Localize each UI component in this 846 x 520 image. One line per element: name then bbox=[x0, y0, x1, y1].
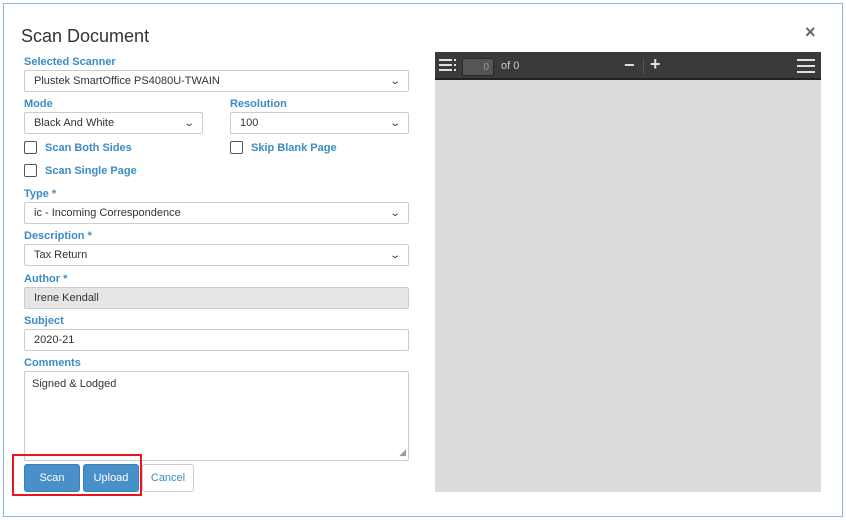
scan-both-sides-row[interactable]: Scan Both Sides bbox=[24, 141, 132, 154]
subject-input[interactable]: 2020-21 bbox=[24, 329, 409, 351]
page-count: of 0 bbox=[501, 60, 520, 72]
resolution-select[interactable]: 100 ⌄ bbox=[230, 112, 409, 134]
scanner-label: Selected Scanner bbox=[24, 56, 116, 68]
subject-value: 2020-21 bbox=[34, 334, 75, 346]
author-value: Irene Kendall bbox=[34, 292, 99, 304]
comments-value: Signed & Lodged bbox=[32, 378, 117, 390]
chevron-down-icon: ⌄ bbox=[388, 117, 401, 129]
toolbar-separator bbox=[643, 58, 644, 74]
scan-single-page-checkbox[interactable] bbox=[24, 164, 37, 177]
resolution-label: Resolution bbox=[230, 98, 287, 110]
mode-select[interactable]: Black And White ⌄ bbox=[24, 112, 203, 134]
description-label: Description * bbox=[24, 230, 92, 242]
zoom-in-icon[interactable]: + bbox=[650, 54, 661, 75]
scan-both-sides-label: Scan Both Sides bbox=[45, 141, 132, 154]
skip-blank-page-row[interactable]: Skip Blank Page bbox=[230, 141, 337, 154]
chevron-down-icon: ⌄ bbox=[388, 249, 401, 261]
document-viewer: 0 of 0 − + bbox=[435, 52, 821, 492]
viewer-toolbar: 0 of 0 − + bbox=[435, 52, 821, 80]
menu-icon[interactable] bbox=[797, 59, 815, 76]
page-number-input[interactable]: 0 bbox=[462, 58, 494, 76]
upload-button[interactable]: Upload bbox=[83, 464, 139, 492]
comments-textarea[interactable]: Signed & Lodged ◢ bbox=[24, 371, 409, 461]
type-value: ic - Incoming Correspondence bbox=[34, 207, 181, 219]
scan-single-page-row[interactable]: Scan Single Page bbox=[24, 164, 137, 177]
author-field: Irene Kendall bbox=[24, 287, 409, 309]
chevron-down-icon: ⌄ bbox=[388, 75, 401, 87]
chevron-down-icon: ⌄ bbox=[182, 117, 195, 129]
resize-grip-icon[interactable]: ◢ bbox=[399, 447, 406, 458]
subject-label: Subject bbox=[24, 315, 64, 327]
sidebar-toggle-icon[interactable] bbox=[439, 58, 457, 75]
scanner-value: Plustek SmartOffice PS4080U-TWAIN bbox=[34, 75, 220, 87]
skip-blank-page-checkbox[interactable] bbox=[230, 141, 243, 154]
scan-both-sides-checkbox[interactable] bbox=[24, 141, 37, 154]
description-value: Tax Return bbox=[34, 249, 88, 261]
comments-label: Comments bbox=[24, 357, 81, 369]
type-select[interactable]: ic - Incoming Correspondence ⌄ bbox=[24, 202, 409, 224]
type-label: Type * bbox=[24, 188, 57, 200]
mode-value: Black And White bbox=[34, 117, 115, 129]
scan-button[interactable]: Scan bbox=[24, 464, 80, 492]
description-select[interactable]: Tax Return ⌄ bbox=[24, 244, 409, 266]
scan-single-page-label: Scan Single Page bbox=[45, 164, 137, 177]
zoom-out-icon[interactable]: − bbox=[624, 55, 635, 76]
skip-blank-page-label: Skip Blank Page bbox=[251, 141, 337, 154]
mode-label: Mode bbox=[24, 98, 53, 110]
author-label: Author * bbox=[24, 273, 68, 285]
dialog-title: Scan Document bbox=[21, 26, 150, 46]
chevron-down-icon: ⌄ bbox=[388, 207, 401, 219]
resolution-value: 100 bbox=[240, 117, 259, 129]
close-icon[interactable]: × bbox=[805, 22, 816, 42]
cancel-button[interactable]: Cancel bbox=[142, 464, 194, 492]
scanner-select[interactable]: Plustek SmartOffice PS4080U-TWAIN ⌄ bbox=[24, 70, 409, 92]
